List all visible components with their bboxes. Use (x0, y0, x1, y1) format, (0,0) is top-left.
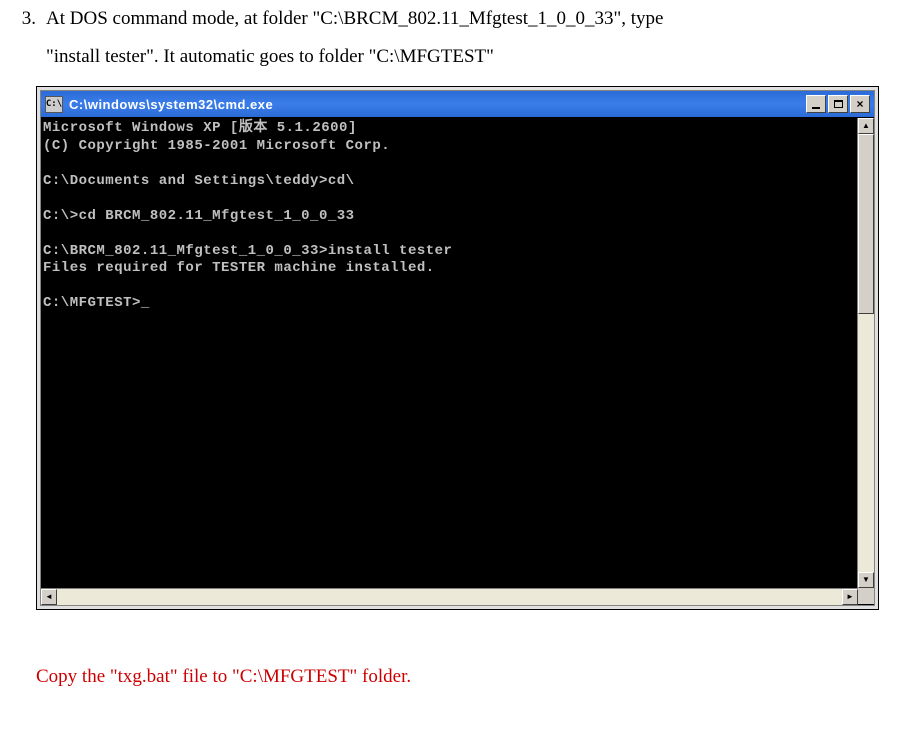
titlebar[interactable]: C:\ C:\windows\system32\cmd.exe × (41, 91, 874, 118)
window-buttons: × (806, 95, 870, 113)
cmd-window: C:\ C:\windows\system32\cmd.exe × Micros… (40, 90, 875, 606)
list-content: At DOS command mode, at folder "C:\BRCM_… (46, 0, 889, 76)
scroll-down-arrow-icon[interactable]: ▼ (858, 572, 874, 588)
terminal-output[interactable]: Microsoft Windows XP [版本 5.1.2600] (C) C… (41, 118, 857, 588)
vertical-scrollbar[interactable]: ▲ ▼ (857, 118, 874, 588)
scroll-corner (858, 588, 874, 604)
red-note: Copy the "txg.bat" file to "C:\MFGTEST" … (36, 658, 889, 696)
scroll-up-arrow-icon[interactable]: ▲ (858, 118, 874, 134)
maximize-button[interactable] (828, 95, 848, 113)
cmd-window-frame: C:\ C:\windows\system32\cmd.exe × Micros… (36, 86, 879, 610)
horizontal-scrollbar[interactable]: ◄ ► (41, 588, 858, 605)
instruction-text-line2: "install tester". It automatic goes to f… (46, 46, 494, 67)
system-menu-icon[interactable]: C:\ (45, 96, 63, 113)
cmd-screenshot: C:\ C:\windows\system32\cmd.exe × Micros… (36, 86, 879, 610)
list-number: 3. (0, 0, 46, 76)
horizontal-scrollbar-row: ◄ ► (41, 588, 874, 605)
window-title: C:\windows\system32\cmd.exe (69, 98, 806, 111)
close-button[interactable]: × (850, 95, 870, 113)
scroll-track-vertical[interactable] (858, 134, 874, 572)
scroll-left-arrow-icon[interactable]: ◄ (41, 589, 57, 605)
scroll-right-arrow-icon[interactable]: ► (842, 589, 858, 605)
scroll-thumb-vertical[interactable] (858, 134, 874, 314)
instruction-text-line1: At DOS command mode, at folder "C:\BRCM_… (46, 8, 664, 29)
instruction-list-item: 3. At DOS command mode, at folder "C:\BR… (0, 0, 889, 76)
terminal-area: Microsoft Windows XP [版本 5.1.2600] (C) C… (41, 118, 874, 588)
scroll-track-horizontal[interactable] (57, 589, 842, 605)
minimize-button[interactable] (806, 95, 826, 113)
